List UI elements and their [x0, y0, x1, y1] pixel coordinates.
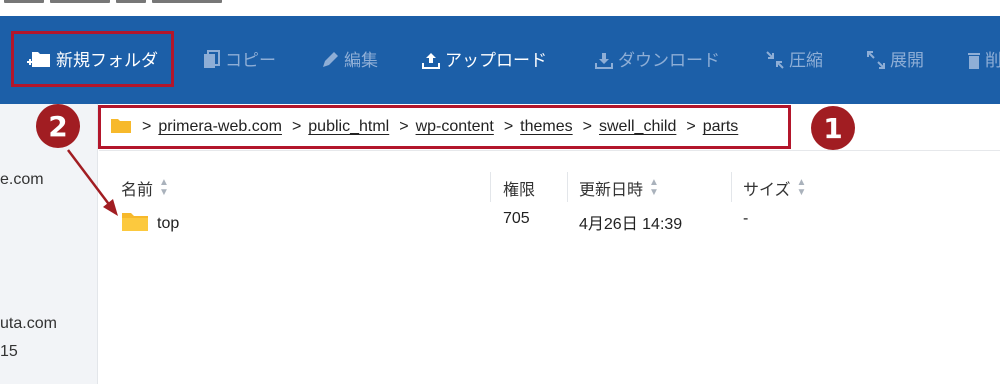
sort-icon: ▲ ▼: [796, 177, 807, 198]
column-header-size[interactable]: サイズ ▲ ▼: [743, 176, 806, 200]
sort-icon: ▲ ▼: [159, 177, 169, 198]
column-divider: [490, 172, 491, 202]
folder-icon: [121, 210, 149, 237]
column-header-modified[interactable]: 更新日時 ▲ ▼: [579, 176, 659, 200]
file-permission: 705: [503, 210, 530, 227]
sort-icon: ▲ ▼: [649, 177, 659, 198]
table-row[interactable]: top: [121, 210, 179, 237]
file-name: top: [157, 214, 180, 232]
file-size: -: [743, 210, 749, 227]
file-modified: 4月26日 14:39: [579, 216, 683, 233]
column-header-name[interactable]: 名前 ▲ ▼: [121, 176, 169, 200]
column-divider: [731, 172, 732, 202]
column-header-permission[interactable]: 権限: [503, 176, 535, 200]
column-divider: [567, 172, 568, 202]
